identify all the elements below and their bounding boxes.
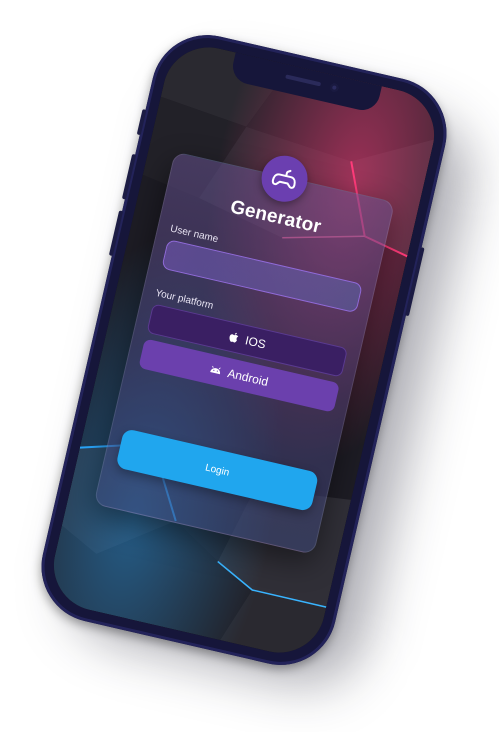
speaker-grille bbox=[285, 74, 322, 87]
login-button[interactable]: Login bbox=[115, 428, 320, 513]
gamepad-icon bbox=[271, 169, 296, 189]
phone-mockup: Generator User name Your platform IOS An… bbox=[30, 23, 458, 677]
front-camera bbox=[329, 82, 340, 93]
android-label: Android bbox=[226, 366, 270, 390]
ios-label: IOS bbox=[243, 333, 268, 352]
phone-screen: Generator User name Your platform IOS An… bbox=[44, 38, 444, 662]
stage: Generator User name Your platform IOS An… bbox=[0, 0, 499, 732]
apple-icon bbox=[229, 332, 239, 343]
android-icon bbox=[210, 365, 221, 375]
